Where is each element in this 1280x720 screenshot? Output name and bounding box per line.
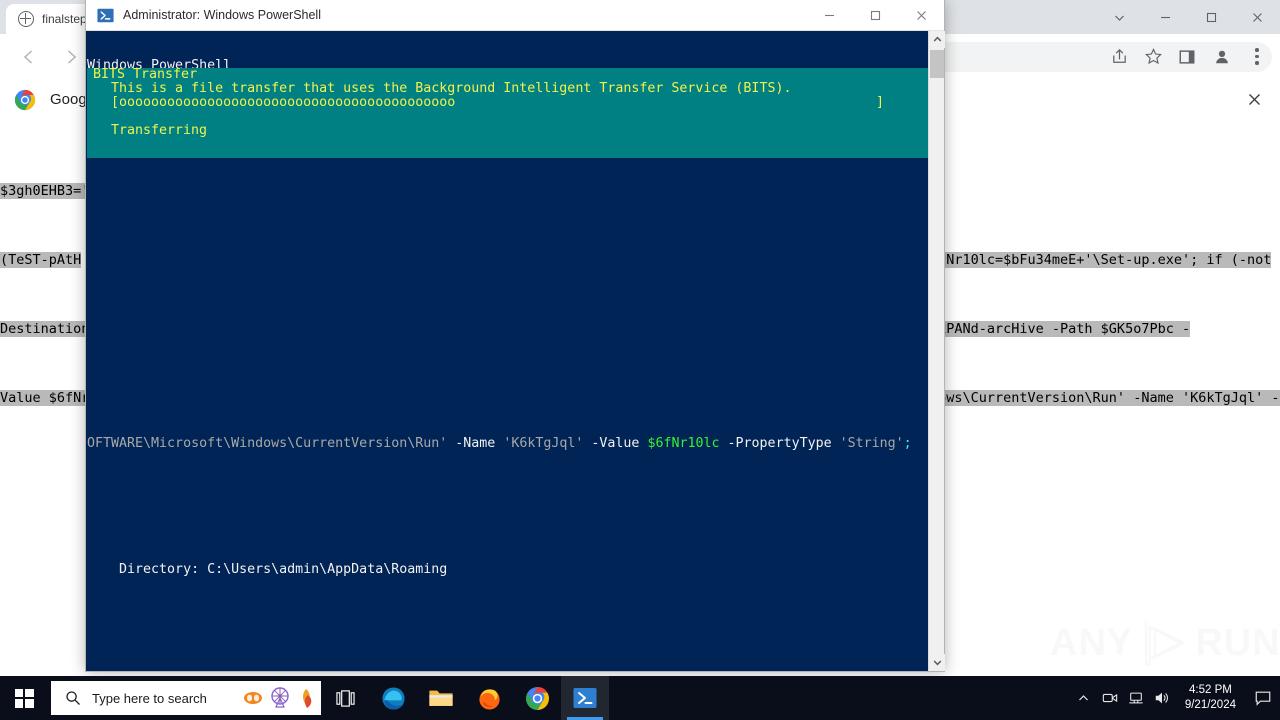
start-button[interactable] xyxy=(0,676,48,720)
google-chrome-icon xyxy=(14,89,36,110)
powershell-console-output[interactable]: Windows PowerShell Copyright (C) Microso… xyxy=(86,31,944,671)
profile-avatar-icon[interactable] xyxy=(1208,42,1236,71)
scroll-down-arrow-icon[interactable] xyxy=(929,654,945,671)
console-vertical-scrollbar[interactable] xyxy=(928,31,945,671)
taskbar-app-file-explorer[interactable] xyxy=(417,676,465,720)
minimize-button[interactable] xyxy=(1142,1,1188,33)
system-tray: 4:52 PM 9/21/2024 xyxy=(1071,676,1280,720)
globe-icon xyxy=(18,11,34,27)
camera-icon[interactable] xyxy=(1097,676,1123,720)
page-code-line: $3gh0EHB3=' xyxy=(0,183,90,199)
search-icon xyxy=(66,691,80,705)
windows-taskbar: Type here to search 4:52 PM 9/21/2024 xyxy=(0,676,1280,720)
powershell-icon xyxy=(97,8,114,22)
bookmark-label[interactable]: Goog xyxy=(50,91,87,108)
taskbar-app-microsoft-edge[interactable] xyxy=(369,676,417,720)
maximize-button[interactable] xyxy=(852,0,898,31)
ferris-wheel-icon xyxy=(271,687,289,708)
page-code-block-right: 6fNr10lc=$bFu34meE+'\Set-up.exe'; if (-n… xyxy=(930,134,1280,456)
volume-icon[interactable] xyxy=(1149,676,1175,720)
browser-tab-title: finalstep xyxy=(42,12,87,26)
progress-activity: BITS Transfer xyxy=(93,67,198,82)
windows-logo-icon xyxy=(14,688,34,708)
leaf-icon xyxy=(303,689,312,708)
progress-bar-close: ] xyxy=(876,95,885,110)
scroll-up-arrow-icon[interactable] xyxy=(929,31,945,48)
page-code-line: exPANd-arcHive -Path $GK5o7Pbc - xyxy=(930,321,1191,337)
progress-status: Transferring xyxy=(111,123,208,138)
page-code-line: dows\CurrentVersion\Run' -Name 'K6kTgJql… xyxy=(930,390,1280,406)
clock-date: 9/21/2024 xyxy=(1184,699,1236,711)
page-code-line: Destination xyxy=(0,321,90,337)
taskbar-search-box[interactable]: Type here to search xyxy=(51,681,321,715)
search-placeholder: Type here to search xyxy=(92,690,207,706)
google-chrome-icon xyxy=(525,686,549,710)
powershell-title-bar[interactable]: Administrator: Windows PowerShell xyxy=(86,0,944,31)
taskbar-app-google-chrome[interactable] xyxy=(513,676,561,720)
clock-time: 4:52 PM xyxy=(1189,684,1232,696)
screen: finalstep Goog $3gh0EHB3=' (TeST-pAtH De… xyxy=(0,0,1280,720)
share-icon[interactable] xyxy=(1102,40,1136,74)
page-code-line: 6fNr10lc=$bFu34meE+'\Set-up.exe'; if (-n… xyxy=(930,252,1272,268)
side-panel-icon[interactable] xyxy=(1170,40,1204,74)
notification-center-icon[interactable] xyxy=(1246,676,1280,720)
close-button[interactable] xyxy=(898,0,944,31)
task-view-button[interactable] xyxy=(321,676,369,720)
bits-transfer-progress-record: BITS Transfer This is a file transfer th… xyxy=(87,68,941,158)
close-button[interactable] xyxy=(1234,1,1280,33)
close-icon[interactable] xyxy=(1242,88,1266,112)
scrollbar-thumb[interactable] xyxy=(930,50,944,78)
console-command-line: OFTWARE\Microsoft\Windows\CurrentVersion… xyxy=(87,436,912,451)
bookmark-star-icon[interactable] xyxy=(1136,40,1170,74)
tab-search-chevron-down-icon[interactable] xyxy=(1096,1,1142,33)
pretzel-icon xyxy=(244,692,262,704)
progress-bar-open: [ xyxy=(111,95,120,110)
progress-description: This is a file transfer that uses the Ba… xyxy=(111,81,792,96)
page-code-line: Value $6fNr xyxy=(0,390,90,406)
window-controls xyxy=(1096,0,1280,34)
powershell-window-controls xyxy=(806,0,944,31)
show-hidden-icons-chevron-up-icon[interactable] xyxy=(1071,676,1097,720)
forward-button[interactable] xyxy=(54,40,88,74)
mozilla-firefox-icon xyxy=(478,688,500,710)
back-button[interactable] xyxy=(12,40,46,74)
browser-toolbar-icons xyxy=(1102,34,1274,79)
network-icon[interactable] xyxy=(1123,676,1149,720)
page-code-line: (TeST-pAtH xyxy=(0,252,82,268)
taskbar-app-mozilla-firefox[interactable] xyxy=(465,676,513,720)
console-directory-header: Directory: C:\Users\admin\AppData\Roamin… xyxy=(87,562,448,577)
powershell-title: Administrator: Windows PowerShell xyxy=(123,8,321,22)
kebab-menu-icon[interactable] xyxy=(1240,40,1274,74)
powershell-icon xyxy=(573,688,597,708)
taskbar-app-windows-powershell[interactable] xyxy=(561,676,609,720)
maximize-button[interactable] xyxy=(1188,1,1234,33)
powershell-window[interactable]: Administrator: Windows PowerShell Window… xyxy=(85,0,945,672)
taskbar-clock[interactable]: 4:52 PM 9/21/2024 xyxy=(1175,676,1246,720)
microsoft-edge-icon xyxy=(381,686,405,710)
minimize-button[interactable] xyxy=(806,0,852,31)
file-explorer-icon xyxy=(429,690,453,706)
search-widget-icons[interactable] xyxy=(241,685,315,711)
progress-bar-fill: oooooooooooooooooooooooooooooooooooooooo… xyxy=(119,95,456,110)
progress-bar: [ooooooooooooooooooooooooooooooooooooooo… xyxy=(87,96,941,110)
